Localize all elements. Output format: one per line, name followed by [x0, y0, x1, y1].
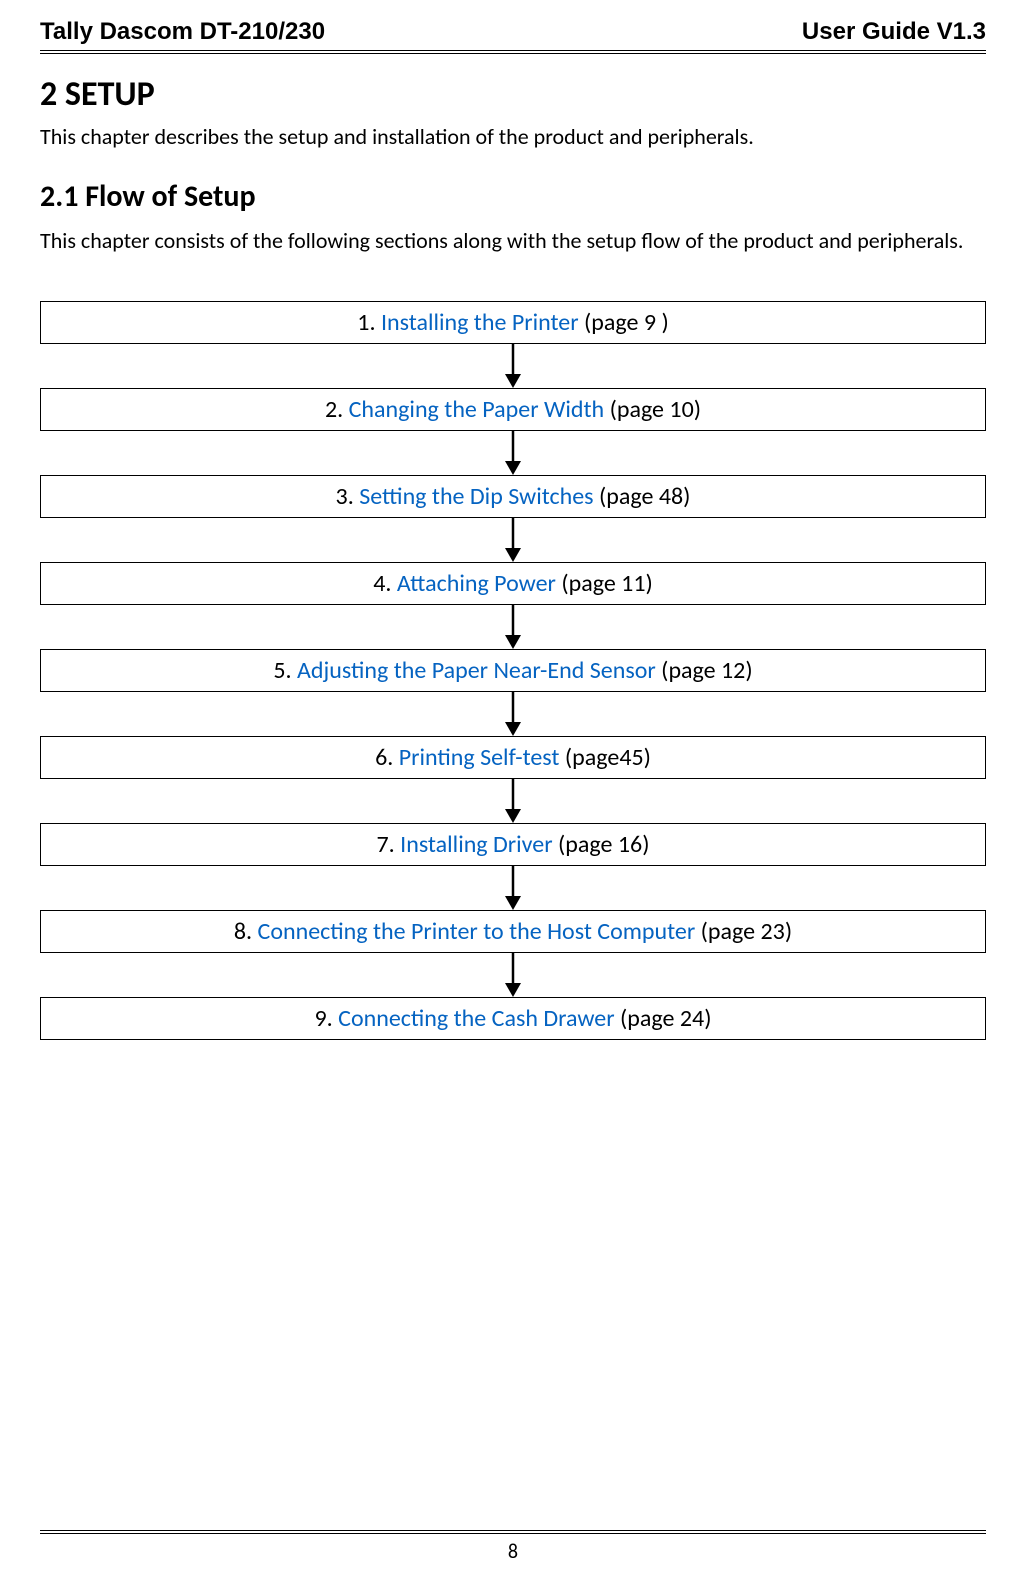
- page-header: Tally Dascom DT-210/230 User Guide V1.3: [40, 18, 986, 54]
- arrow-down-icon: [503, 779, 523, 823]
- arrow-down-icon: [503, 866, 523, 910]
- step-number: 4.: [373, 569, 397, 598]
- step-number: 8.: [234, 917, 258, 946]
- step-number: 2.: [325, 395, 349, 424]
- step-page-ref: (page 11): [556, 569, 653, 598]
- arrow-down-icon: [503, 518, 523, 562]
- flow-step-box: 7. Installing Driver (page 16): [40, 823, 986, 866]
- flow-arrow: [503, 344, 523, 388]
- step-link[interactable]: Attaching Power: [397, 569, 556, 598]
- flow-step-box: 1. Installing the Printer (page 9 ): [40, 301, 986, 344]
- arrow-down-icon: [503, 692, 523, 736]
- flow-step-box: 3. Setting the Dip Switches (page 48): [40, 475, 986, 518]
- arrow-down-icon: [503, 605, 523, 649]
- step-link[interactable]: Connecting the Cash Drawer: [338, 1004, 614, 1033]
- step-link[interactable]: Installing Driver: [400, 830, 552, 859]
- flow-diagram: 1. Installing the Printer (page 9 ) 2. Ch…: [40, 301, 986, 1040]
- step-number: 9.: [315, 1004, 339, 1033]
- step-link[interactable]: Printing Self-test: [399, 743, 560, 772]
- step-page-ref: (page 48): [594, 482, 691, 511]
- section-title: 2.1 Flow of Setup: [40, 178, 986, 215]
- flow-arrow: [503, 692, 523, 736]
- step-link[interactable]: Connecting the Printer to the Host Compu…: [258, 917, 696, 946]
- page-number: 8: [508, 1540, 518, 1564]
- step-number: 3.: [336, 482, 360, 511]
- arrow-down-icon: [503, 431, 523, 475]
- flow-arrow: [503, 605, 523, 649]
- step-number: 5.: [273, 656, 297, 685]
- step-link[interactable]: Setting the Dip Switches: [359, 482, 593, 511]
- header-guide-version: User Guide V1.3: [802, 18, 986, 46]
- step-page-ref: (page 9 ): [579, 308, 669, 337]
- step-number: 7.: [377, 830, 401, 859]
- flow-step-box: 9. Connecting the Cash Drawer (page 24): [40, 997, 986, 1040]
- chapter-description: This chapter describes the setup and ins…: [40, 123, 986, 150]
- step-number: 1.: [357, 308, 381, 337]
- flow-step-box: 8. Connecting the Printer to the Host Co…: [40, 910, 986, 953]
- chapter-title: 2 SETUP: [40, 74, 986, 115]
- arrow-down-icon: [503, 344, 523, 388]
- flow-arrow: [503, 866, 523, 910]
- step-link[interactable]: Changing the Paper Width: [349, 395, 605, 424]
- step-page-ref: (page 10): [604, 395, 701, 424]
- step-link[interactable]: Installing the Printer: [381, 308, 579, 337]
- step-link[interactable]: Adjusting the Paper Near-End Sensor: [297, 656, 656, 685]
- flow-arrow: [503, 518, 523, 562]
- flow-step-box: 5. Adjusting the Paper Near-End Sensor (…: [40, 649, 986, 692]
- step-number: 6.: [375, 743, 399, 772]
- step-page-ref: (page45): [559, 743, 650, 772]
- arrow-down-icon: [503, 953, 523, 997]
- flow-step-box: 4. Attaching Power (page 11): [40, 562, 986, 605]
- step-page-ref: (page 12): [656, 656, 753, 685]
- header-product-name: Tally Dascom DT-210/230: [40, 18, 325, 46]
- section-description: This chapter consists of the following s…: [40, 221, 986, 261]
- flow-step-box: 6. Printing Self-test (page45): [40, 736, 986, 779]
- flow-arrow: [503, 431, 523, 475]
- flow-arrow: [503, 953, 523, 997]
- flow-step-box: 2. Changing the Paper Width (page 10): [40, 388, 986, 431]
- step-page-ref: (page 24): [615, 1004, 712, 1033]
- step-page-ref: (page 16): [553, 830, 650, 859]
- flow-arrow: [503, 779, 523, 823]
- step-page-ref: (page 23): [695, 917, 792, 946]
- page-footer: 8: [40, 1530, 986, 1564]
